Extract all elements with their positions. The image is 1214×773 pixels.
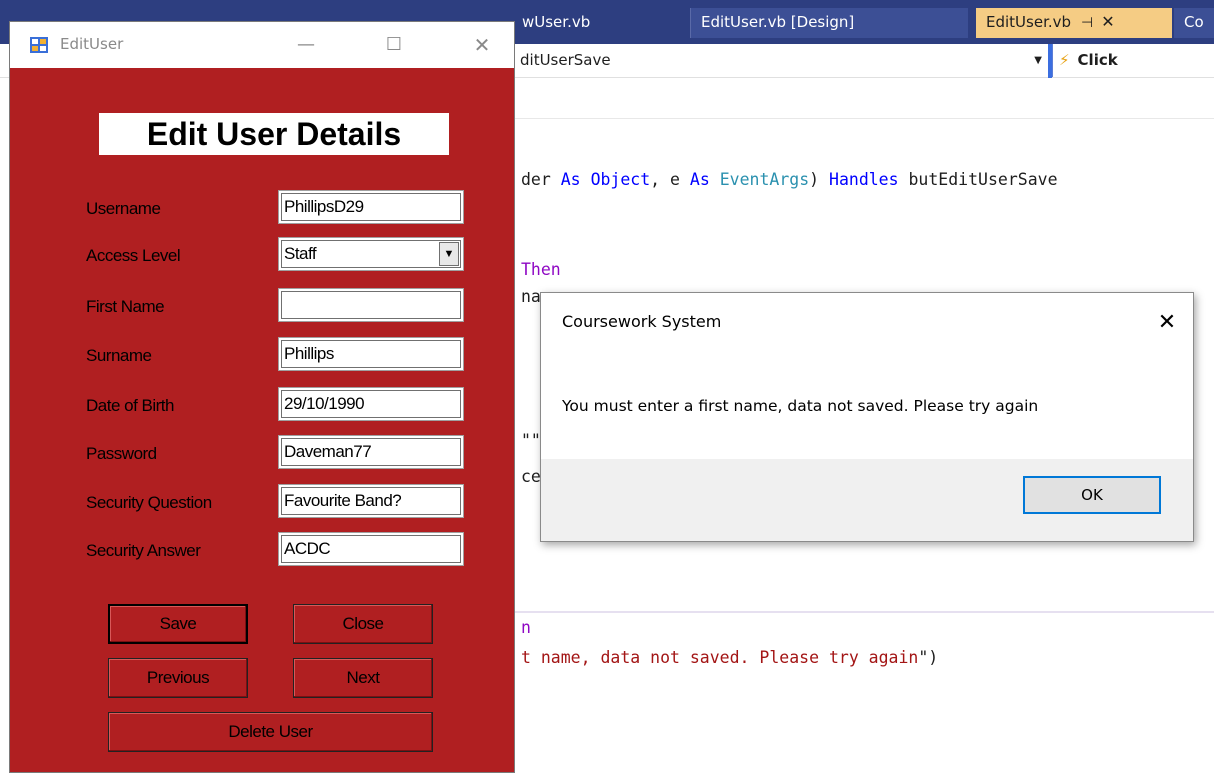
code-token: EventArgs [719,170,810,189]
code-token: , e [650,170,690,189]
code-token: n [521,618,531,637]
next-button[interactable]: Next [293,658,433,698]
security-question-value: Favourite Band? [281,487,461,515]
code-token: Handles [829,170,909,189]
dropdown-divider [1048,44,1052,78]
code-line[interactable]: "" [521,431,541,450]
close-button[interactable]: Close [293,604,433,644]
close-tab-icon[interactable]: ✕ [1101,12,1114,31]
first-name-value [281,291,461,319]
tab-label: EditUser.vb [986,13,1072,31]
password-field[interactable]: Daveman77 [278,435,464,469]
first-name-label: First Name [86,297,165,316]
member-dropdown-value: ditUserSave [520,51,611,69]
code-line[interactable]: t name, data not saved. Please try again… [521,648,938,667]
code-token: t name, data not saved. Please try again [521,648,919,667]
pin-icon[interactable]: ⊣ [1081,15,1093,31]
password-value: Daveman77 [281,438,461,466]
close-icon[interactable]: ✕ [462,30,502,60]
code-token: ) [809,170,830,189]
tab-newuser-vb[interactable]: wUser.vb [512,8,687,38]
security-answer-value: ACDC [281,535,461,563]
code-token: na [521,287,541,306]
window-titlebar[interactable]: EditUser — ☐ ✕ [10,22,514,68]
code-token: Object [590,170,651,189]
password-label: Password [86,444,157,463]
tab-edituser-vb[interactable]: EditUser.vb ⊣ ✕ [976,8,1172,38]
code-token: Then [521,260,561,279]
code-token: ") [918,648,939,667]
window-title: EditUser [60,35,124,53]
delete-user-button[interactable]: Delete User [108,712,433,752]
tab-edituser-design[interactable]: EditUser.vb [Design] [690,8,968,38]
code-line[interactable]: ce [521,467,541,486]
access-level-value: Staff [281,240,461,268]
code-token: butEditUserSave [908,170,1058,189]
maximize-icon[interactable]: ☐ [374,30,414,60]
chevron-down-icon[interactable]: ▼ [1034,44,1042,77]
form-icon [30,37,48,53]
chevron-down-icon[interactable]: ▼ [439,242,459,266]
security-answer-field[interactable]: ACDC [278,532,464,566]
method-separator [512,118,1214,119]
message-dialog: Coursework System ✕ You must enter a fir… [540,292,1194,542]
close-icon[interactable]: ✕ [1147,303,1187,343]
security-question-label: Security Question [86,493,212,512]
username-field[interactable]: PhillipsD29 [278,190,464,224]
tab-co[interactable]: Co [1174,8,1214,38]
username-label: Username [86,199,161,218]
current-line-highlight [512,611,1214,613]
access-level-label: Access Level [86,246,181,265]
code-line[interactable]: n [521,618,531,637]
surname-field[interactable]: Phillips [278,337,464,371]
event-dropdown[interactable]: ⚡ Click [1052,44,1214,77]
save-button[interactable]: Save [108,604,248,644]
security-answer-label: Security Answer [86,541,201,560]
code-line[interactable]: der As Object, e As EventArgs) Handles b… [521,170,1058,189]
code-line[interactable]: na [521,287,541,306]
member-dropdown[interactable]: ditUserSave ▼ [512,44,1048,77]
minimize-icon[interactable]: — [286,30,326,60]
ok-button[interactable]: OK [1023,476,1161,514]
code-token: ce [521,467,541,486]
dialog-title: Coursework System [562,312,722,331]
lightning-icon: ⚡ [1059,51,1070,69]
previous-button[interactable]: Previous [108,658,248,698]
username-value: PhillipsD29 [281,193,461,221]
page-title: Edit User Details [99,113,449,155]
surname-value: Phillips [281,340,461,368]
code-line[interactable]: Then [521,260,561,279]
dob-value: 29/10/1990 [281,390,461,418]
dialog-footer: OK [541,459,1193,541]
code-token: der [521,170,561,189]
event-dropdown-value: Click [1077,51,1118,69]
security-question-field[interactable]: Favourite Band? [278,484,464,518]
dialog-message: You must enter a first name, data not sa… [562,397,1039,415]
code-token: As [689,170,720,189]
code-token: "" [521,431,541,450]
dob-label: Date of Birth [86,396,175,415]
code-token: As [560,170,591,189]
first-name-field[interactable] [278,288,464,322]
surname-label: Surname [86,346,152,365]
dob-field[interactable]: 29/10/1990 [278,387,464,421]
edit-user-window: EditUser — ☐ ✕ Edit User Details Usernam… [9,21,515,773]
access-level-select[interactable]: Staff ▼ [278,237,464,271]
